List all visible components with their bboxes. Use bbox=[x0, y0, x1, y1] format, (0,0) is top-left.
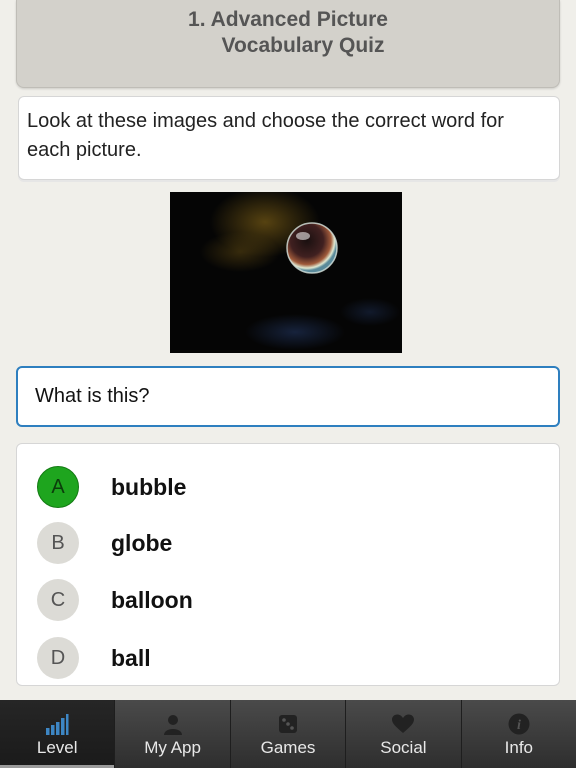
question-text: What is this? bbox=[35, 385, 150, 407]
signal-bars-icon bbox=[46, 714, 69, 735]
option-a-word: bubble bbox=[111, 473, 187, 500]
question-box: What is this? bbox=[16, 366, 560, 427]
option-d-word: ball bbox=[111, 644, 151, 671]
heart-icon bbox=[392, 714, 415, 733]
tab-bar: Level My App Games Social i Info bbox=[0, 700, 576, 768]
bubble-photo bbox=[170, 192, 402, 353]
instructions-card: Look at these images and choose the corr… bbox=[18, 96, 560, 180]
answer-options: A bubble B globe C balloon D ball bbox=[16, 443, 560, 686]
svg-text:i: i bbox=[517, 718, 521, 733]
tab-level-label: Level bbox=[36, 738, 78, 757]
option-b-word: globe bbox=[111, 529, 173, 556]
quiz-title-bar: 1. Advanced Picture Vocabulary Quiz bbox=[16, 0, 560, 88]
option-b[interactable]: B globe bbox=[17, 518, 559, 568]
tab-games-label: Games bbox=[260, 738, 316, 757]
option-c-word: balloon bbox=[111, 586, 193, 613]
tab-my-app[interactable]: My App bbox=[114, 700, 229, 768]
quiz-title-line-2: Vocabulary Quiz bbox=[221, 33, 385, 57]
quiz-title-line-1: 1. Advanced Picture bbox=[188, 7, 388, 31]
person-icon bbox=[163, 715, 182, 735]
option-d-letter: D bbox=[37, 637, 79, 679]
tab-social-label: Social bbox=[380, 738, 427, 757]
tab-games[interactable]: Games bbox=[229, 700, 345, 768]
dice-icon bbox=[279, 715, 298, 733]
option-d[interactable]: D ball bbox=[17, 633, 559, 683]
option-a-letter: A bbox=[37, 466, 79, 508]
tab-info[interactable]: i Info bbox=[460, 700, 576, 768]
option-a[interactable]: A bubble bbox=[17, 462, 559, 512]
tab-my-app-label: My App bbox=[144, 738, 201, 757]
tab-social[interactable]: Social bbox=[345, 700, 460, 768]
info-icon: i bbox=[508, 713, 530, 735]
instructions-text: Look at these images and choose the corr… bbox=[27, 110, 504, 161]
option-b-letter: B bbox=[37, 522, 79, 564]
tab-level[interactable]: Level bbox=[0, 700, 115, 768]
option-c-letter: C bbox=[37, 579, 79, 621]
tab-info-label: Info bbox=[504, 738, 533, 757]
quiz-picture bbox=[170, 192, 402, 353]
option-c[interactable]: C balloon bbox=[17, 575, 559, 625]
